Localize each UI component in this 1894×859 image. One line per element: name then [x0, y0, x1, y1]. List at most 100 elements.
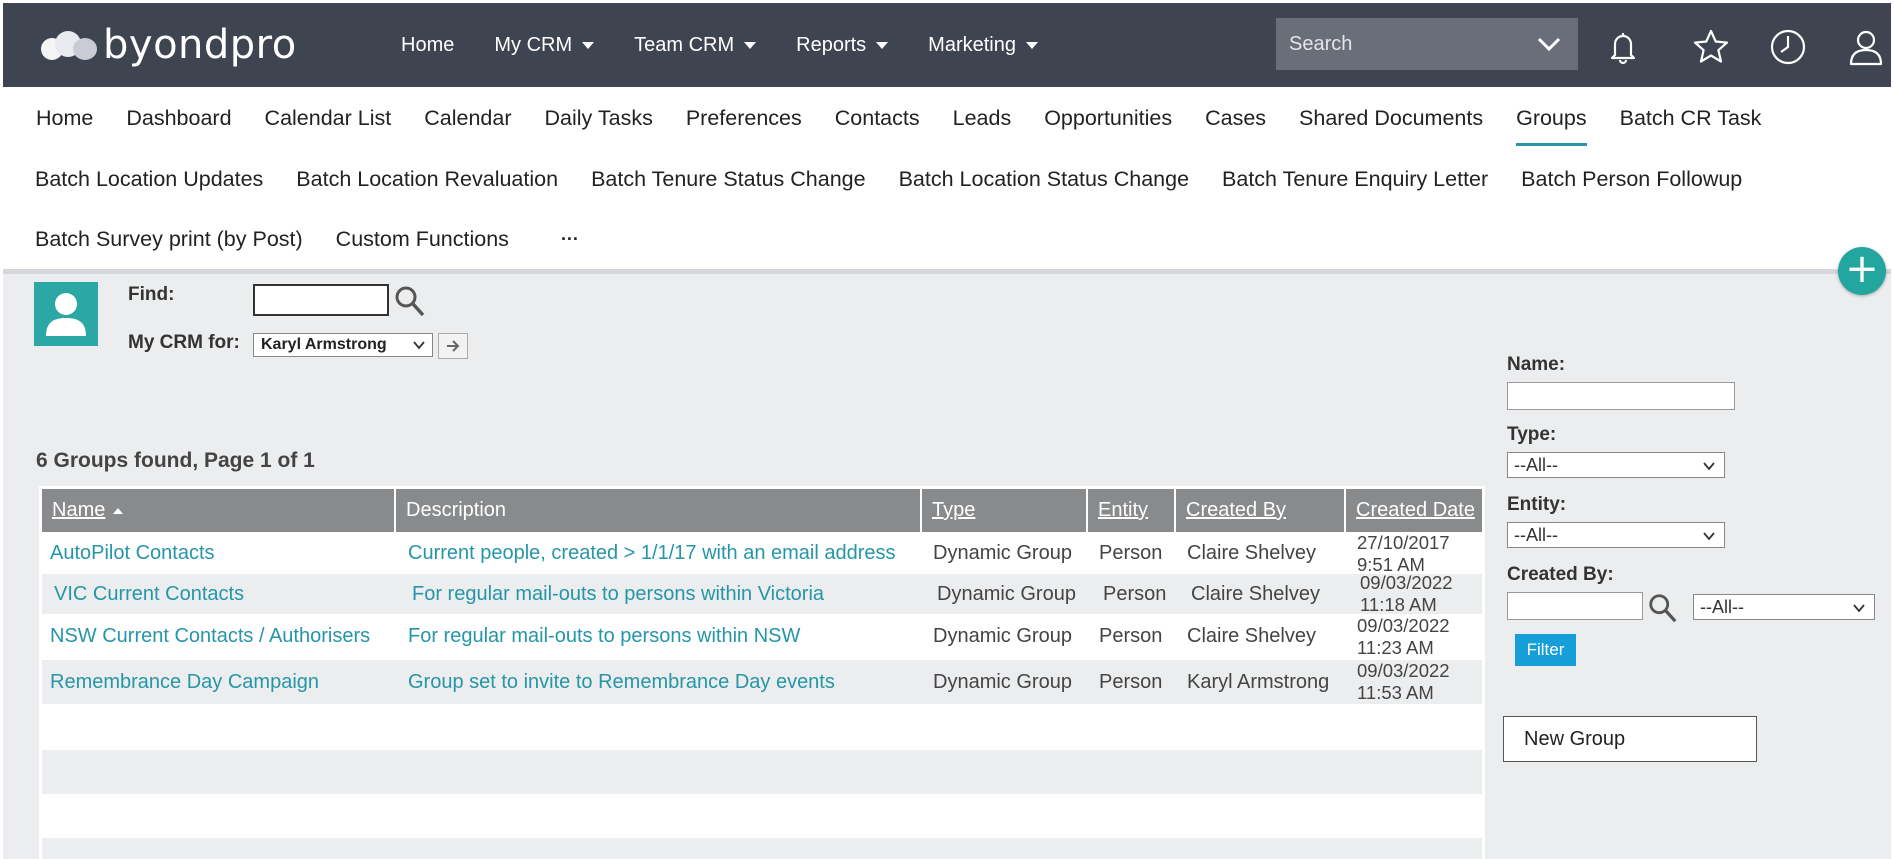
- tab-home[interactable]: Home: [36, 106, 93, 131]
- secondary-nav-row: Batch Survey print (by Post) Custom Func…: [3, 209, 579, 269]
- person-icon: [46, 293, 86, 336]
- tab-custom-functions[interactable]: Custom Functions: [336, 227, 509, 252]
- tab-batch-location-updates[interactable]: Batch Location Updates: [35, 167, 263, 192]
- brand-logo[interactable]: byondpro: [39, 22, 297, 68]
- group-name-link[interactable]: Remembrance Day Campaign: [50, 671, 319, 694]
- search-icon[interactable]: [394, 284, 426, 318]
- new-group-button[interactable]: New Group: [1503, 716, 1757, 762]
- secondary-nav: Home Dashboard Calendar List Calendar Da…: [3, 87, 1891, 271]
- main-nav-my-crm[interactable]: My CRM: [494, 33, 595, 57]
- top-bar: byondpro Home My CRM Team CRM Reports Ma…: [3, 3, 1891, 87]
- tab-opportunities[interactable]: Opportunities: [1044, 106, 1172, 131]
- crm-for-select[interactable]: Karyl Armstrong: [253, 333, 433, 357]
- group-type: Dynamic Group: [933, 671, 1072, 693]
- find-input[interactable]: [253, 284, 389, 316]
- column-header-label: Description: [406, 499, 507, 521]
- tab-dashboard[interactable]: Dashboard: [126, 106, 231, 131]
- main-nav-marketing[interactable]: Marketing: [928, 34, 1038, 57]
- column-header-type[interactable]: Type: [922, 489, 1088, 532]
- column-header-created-by[interactable]: Created By: [1176, 489, 1346, 532]
- table-row-empty: [42, 750, 1482, 794]
- main-nav-label: Reports: [796, 33, 867, 56]
- table-row-empty: [42, 838, 1482, 859]
- tab-contacts[interactable]: Contacts: [835, 106, 920, 131]
- clock-icon[interactable]: [1768, 27, 1808, 67]
- table-row[interactable]: Remembrance Day Campaign Group set to in…: [42, 660, 1482, 704]
- search-input[interactable]: [1276, 32, 1526, 56]
- filter-created-by-input[interactable]: [1507, 592, 1643, 620]
- tab-shared-documents[interactable]: Shared Documents: [1299, 106, 1483, 131]
- search-icon[interactable]: [1647, 592, 1679, 624]
- search-box: [1276, 18, 1578, 70]
- user-icon[interactable]: [1846, 27, 1886, 67]
- tab-groups[interactable]: Groups: [1516, 106, 1587, 146]
- column-header-entity[interactable]: Entity: [1088, 489, 1176, 532]
- go-button[interactable]: [438, 333, 468, 359]
- filter-entity-label: Entity:: [1507, 494, 1567, 515]
- group-description-link[interactable]: For regular mail-outs to persons within …: [408, 625, 800, 648]
- filter-name-input[interactable]: [1507, 382, 1735, 410]
- group-created-by: Karyl Armstrong: [1187, 671, 1330, 693]
- bell-icon[interactable]: [1603, 27, 1643, 67]
- column-header-label: Type: [932, 499, 976, 521]
- group-description-link[interactable]: Current people, created > 1/1/17 with an…: [408, 542, 896, 565]
- secondary-nav-row: Home Dashboard Calendar List Calendar Da…: [3, 88, 1761, 148]
- logo-mark-icon: [39, 29, 101, 61]
- column-header-description: Description: [396, 489, 922, 532]
- column-header-label: Created Date: [1356, 499, 1475, 521]
- results-count: 6 Groups found, Page 1 of 1: [36, 449, 315, 472]
- add-fab-button[interactable]: +: [1838, 247, 1886, 295]
- group-description-link[interactable]: Group set to invite to Remembrance Day e…: [408, 671, 835, 694]
- main-content: Find: My CRM for: Karyl Armstrong 6 Grou…: [3, 274, 1891, 859]
- tab-calendar[interactable]: Calendar: [424, 106, 511, 131]
- group-created-by: Claire Shelvey: [1187, 625, 1316, 647]
- column-header-name[interactable]: Name: [42, 489, 396, 532]
- tab-leads[interactable]: Leads: [953, 106, 1012, 131]
- crm-for-value: Karyl Armstrong: [261, 336, 387, 353]
- main-nav-reports[interactable]: Reports: [796, 33, 889, 57]
- find-label: Find:: [128, 284, 175, 305]
- tab-daily-tasks[interactable]: Daily Tasks: [544, 106, 652, 131]
- tab-batch-tenure-status-change[interactable]: Batch Tenure Status Change: [591, 167, 866, 192]
- caret-down-icon: [744, 41, 757, 49]
- table-row[interactable]: NSW Current Contacts / Authorisers For r…: [42, 614, 1482, 660]
- main-nav-label: Marketing: [928, 33, 1016, 56]
- filter-button[interactable]: Filter: [1515, 634, 1576, 666]
- chevron-down-icon[interactable]: [1536, 32, 1562, 56]
- group-created-date: 27/10/2017: [1357, 532, 1450, 553]
- group-name-link[interactable]: VIC Current Contacts: [54, 583, 244, 606]
- chevron-down-icon: [413, 341, 425, 350]
- groups-table: Name Description Type Entity Created By …: [39, 486, 1485, 859]
- group-name-link[interactable]: NSW Current Contacts / Authorisers: [50, 625, 370, 648]
- tab-calendar-list[interactable]: Calendar List: [265, 106, 392, 131]
- main-nav-team-crm[interactable]: Team CRM: [634, 33, 757, 57]
- filter-name-label: Name:: [1507, 354, 1566, 375]
- group-created-time: 11:23 AM: [1357, 637, 1434, 658]
- tab-batch-tenure-enquiry-letter[interactable]: Batch Tenure Enquiry Letter: [1222, 167, 1488, 192]
- table-row[interactable]: AutoPilot Contacts Current people, creat…: [42, 532, 1482, 575]
- main-nav-home[interactable]: Home: [401, 34, 454, 57]
- tab-batch-survey-print[interactable]: Batch Survey print (by Post): [35, 227, 303, 252]
- filter-type-select[interactable]: --All--: [1507, 452, 1725, 478]
- tab-cases[interactable]: Cases: [1205, 106, 1266, 131]
- filter-type-value: --All--: [1514, 454, 1558, 475]
- arrow-right-icon: [447, 340, 460, 352]
- tab-batch-person-followup[interactable]: Batch Person Followup: [1521, 167, 1742, 192]
- group-description-link[interactable]: For regular mail-outs to persons within …: [412, 583, 824, 606]
- group-name-link[interactable]: AutoPilot Contacts: [50, 542, 215, 565]
- filter-entity-select[interactable]: --All--: [1507, 522, 1725, 548]
- column-header-created-date[interactable]: Created Date: [1346, 489, 1482, 532]
- filter-created-by-select[interactable]: --All--: [1693, 594, 1875, 620]
- brand-name: byondpro: [103, 22, 297, 68]
- main-nav-label: My CRM: [494, 33, 573, 56]
- tab-preferences[interactable]: Preferences: [686, 106, 802, 131]
- main-nav-label: Team CRM: [634, 33, 735, 56]
- star-icon[interactable]: [1691, 27, 1731, 67]
- tab-batch-location-revaluation[interactable]: Batch Location Revaluation: [296, 167, 558, 192]
- table-row[interactable]: VIC Current Contacts For regular mail-ou…: [42, 572, 1482, 615]
- filter-created-by-label: Created By:: [1507, 564, 1614, 585]
- tab-batch-cr-task[interactable]: Batch CR Task: [1620, 106, 1762, 131]
- column-header-label: Name: [52, 499, 106, 521]
- tab-batch-location-status-change[interactable]: Batch Location Status Change: [899, 167, 1189, 192]
- more-tabs-button[interactable]: ···: [561, 229, 579, 250]
